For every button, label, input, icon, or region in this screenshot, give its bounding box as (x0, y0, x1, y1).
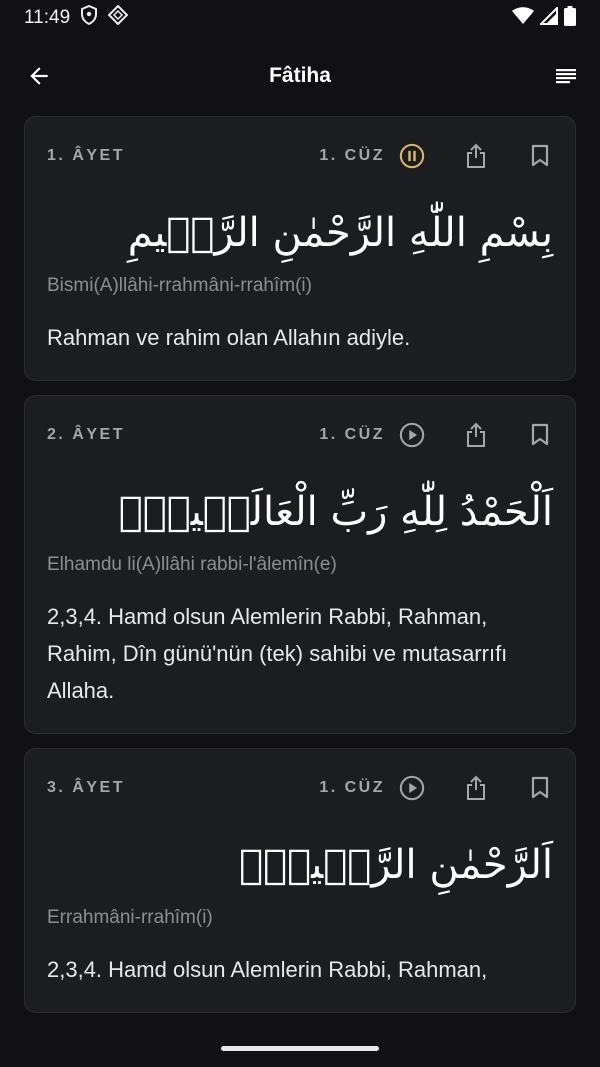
cellular-signal-icon (538, 5, 558, 30)
share-icon[interactable] (463, 143, 489, 169)
translation: 2,3,4. Hamd olsun Alemlerin Rabbi, Rahma… (47, 957, 488, 982)
ayet-number: 1. ÂYET (47, 147, 125, 164)
page-title: Fâtiha (269, 64, 331, 87)
translation: 2,3,4. Hamd olsun Alemlerin Rabbi, Rahma… (47, 604, 508, 703)
ayet-number: 3. ÂYET (47, 779, 125, 796)
play-icon[interactable] (399, 422, 425, 448)
ayet-card: 3. ÂYET 1. CÜZ اَلرَّحْمٰنِ الرَّح۪يمِۙ … (24, 748, 576, 1013)
ayet-list: 1. ÂYET 1. CÜZ بِسْمِ اللّٰهِ الرَّحْمٰن… (0, 116, 600, 1013)
home-indicator[interactable] (221, 1046, 379, 1051)
arabic-text: اَلْحَمْدُ لِلّٰهِ رَبِّ الْعَالَم۪ينَۙ (118, 489, 553, 535)
wifi-icon (512, 6, 534, 30)
share-icon[interactable] (463, 775, 489, 801)
pause-icon[interactable] (399, 143, 425, 169)
transliteration: Bismi(A)llâhi-rrahmâni-rrahîm(i) (47, 275, 312, 296)
battery-icon (564, 5, 576, 31)
diamond-icon (107, 4, 129, 31)
back-arrow-icon[interactable] (26, 63, 52, 89)
share-icon[interactable] (463, 422, 489, 448)
transliteration: Elhamdu li(A)llâhi rabbi-l'âlemîn(e) (47, 554, 337, 575)
arabic-text: بِسْمِ اللّٰهِ الرَّحْمٰنِ الرَّح۪يمِ (127, 210, 553, 256)
card-header: 2. ÂYET 1. CÜZ (47, 396, 553, 474)
cuz-number: 1. CÜZ (319, 426, 385, 443)
translation: Rahman ve rahim olan Allahın adiyle. (47, 325, 411, 350)
status-time: 11:49 (24, 7, 71, 28)
card-header: 3. ÂYET 1. CÜZ (47, 749, 553, 827)
ayet-number: 2. ÂYET (47, 426, 125, 443)
status-bar: 11:49 (0, 0, 600, 36)
menu-list-icon[interactable] (554, 64, 578, 88)
card-header: 1. ÂYET 1. CÜZ (47, 117, 553, 195)
bookmark-icon[interactable] (527, 775, 553, 801)
cuz-number: 1. CÜZ (319, 779, 385, 796)
ayet-card: 1. ÂYET 1. CÜZ بِسْمِ اللّٰهِ الرَّحْمٰن… (24, 116, 576, 381)
app-bar: Fâtiha (0, 36, 600, 116)
play-icon[interactable] (399, 775, 425, 801)
arabic-text: اَلرَّحْمٰنِ الرَّح۪يمِۙ (239, 842, 553, 888)
bookmark-icon[interactable] (527, 143, 553, 169)
transliteration: Errahmâni-rrahîm(i) (47, 907, 213, 928)
ayet-card: 2. ÂYET 1. CÜZ اَلْحَمْدُ لِلّٰهِ رَبِّ … (24, 395, 576, 734)
bookmark-icon[interactable] (527, 422, 553, 448)
shield-icon (80, 4, 98, 31)
cuz-number: 1. CÜZ (319, 147, 385, 164)
